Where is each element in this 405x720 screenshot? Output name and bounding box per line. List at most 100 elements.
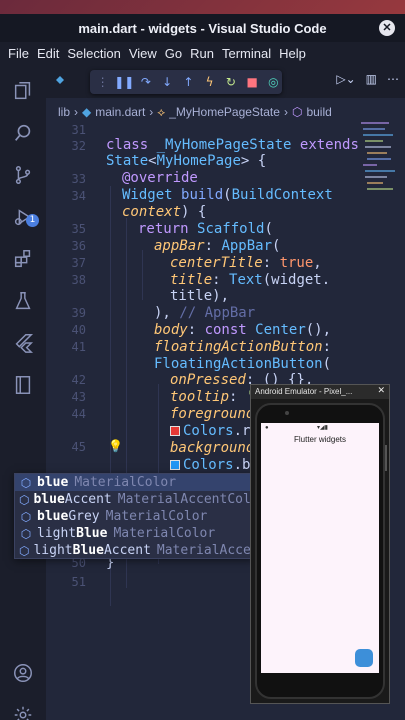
close-icon[interactable]: ✕ bbox=[377, 386, 385, 396]
search-icon[interactable] bbox=[0, 116, 46, 150]
suggestion-item[interactable]: ⬡ blue MaterialColor bbox=[15, 474, 253, 491]
menu-selection[interactable]: Selection bbox=[63, 46, 124, 61]
code-line: class _MyHomePageState extends bbox=[106, 137, 359, 153]
dart-file-icon bbox=[56, 76, 64, 84]
code-line: body: const Center(), bbox=[154, 322, 332, 338]
menu-file[interactable]: File bbox=[4, 46, 33, 61]
code-line: @override bbox=[122, 170, 198, 186]
activity-bar: 1 bbox=[0, 64, 46, 720]
debug-badge: 1 bbox=[26, 214, 39, 227]
line-number: 38 bbox=[71, 273, 86, 287]
line-number: 31 bbox=[71, 123, 86, 137]
code-line: appBar: AppBar( bbox=[154, 238, 281, 254]
account-icon[interactable] bbox=[0, 656, 46, 690]
menu-help[interactable]: Help bbox=[275, 46, 310, 61]
property-icon: ⬡ bbox=[19, 543, 30, 558]
power-button[interactable] bbox=[385, 445, 387, 471]
line-number: 44 bbox=[71, 407, 86, 421]
line-number: 39 bbox=[71, 306, 86, 320]
code-line: title), bbox=[170, 288, 230, 304]
step-out-icon[interactable]: ↑ bbox=[180, 73, 197, 91]
split-editor-icon[interactable]: ▥ bbox=[366, 72, 377, 86]
suggestion-item[interactable]: ⬡ blue Accent MaterialAccentColor bbox=[15, 491, 253, 508]
color-swatch-red[interactable] bbox=[170, 426, 180, 436]
drag-handle-icon[interactable]: ⋮ bbox=[94, 73, 111, 91]
emulator-title: Android Emulator - Pixel_... bbox=[251, 385, 389, 399]
menu-go[interactable]: Go bbox=[161, 46, 186, 61]
breadcrumb: lib › ◆ main.dart › ⟡ _MyHomePageState ›… bbox=[58, 102, 332, 122]
line-number: 43 bbox=[71, 390, 86, 404]
line-number: 36 bbox=[71, 239, 86, 253]
property-icon: ⬡ bbox=[20, 509, 32, 524]
status-bar: ● ▾◢▮ bbox=[265, 425, 328, 431]
step-into-icon[interactable]: ↓ bbox=[159, 73, 176, 91]
minimap[interactable] bbox=[357, 122, 405, 382]
code-line: centerTitle: true, bbox=[170, 255, 322, 271]
hot-reload-icon[interactable]: ϟ bbox=[201, 73, 218, 91]
more-actions-icon[interactable]: ⋯ bbox=[387, 72, 399, 86]
code-line: ), // AppBar bbox=[154, 305, 256, 321]
property-icon: ⬡ bbox=[20, 526, 32, 541]
chevron-right-icon: › bbox=[74, 105, 79, 119]
pause-icon[interactable]: ❚❚ bbox=[114, 73, 134, 91]
code-line: context) { bbox=[122, 204, 207, 220]
breadcrumb-folder[interactable]: lib bbox=[58, 105, 70, 119]
menu-bar: File Edit Selection View Go Run Terminal… bbox=[0, 42, 405, 64]
settings-gear-icon[interactable] bbox=[0, 698, 46, 720]
suggestion-item[interactable]: ⬡lightBlueAccentMaterialAccentColor bbox=[15, 542, 253, 558]
line-number: 34 bbox=[71, 189, 86, 203]
window-title: main.dart - widgets - Visual Studio Code bbox=[78, 20, 327, 36]
breadcrumb-file[interactable]: main.dart bbox=[95, 105, 145, 119]
line-number: 35 bbox=[71, 222, 86, 236]
close-icon[interactable]: ✕ bbox=[379, 20, 395, 36]
line-number: 40 bbox=[71, 323, 86, 337]
camera-icon bbox=[285, 411, 289, 415]
line-number: 42 bbox=[71, 373, 86, 387]
line-number: 33 bbox=[71, 172, 86, 186]
property-icon: ⬡ bbox=[19, 492, 30, 507]
breadcrumb-method[interactable]: build bbox=[306, 105, 331, 119]
run-dropdown-icon[interactable]: ▷⌄ bbox=[336, 72, 355, 86]
indent-guide bbox=[142, 250, 143, 300]
code-line: FloatingActionButton( bbox=[154, 356, 332, 372]
menu-view[interactable]: View bbox=[125, 46, 161, 61]
run-debug-icon[interactable] bbox=[0, 200, 46, 234]
property-icon: ⬡ bbox=[20, 475, 32, 490]
dart-file-icon: ◆ bbox=[82, 105, 92, 119]
extensions-icon[interactable] bbox=[0, 242, 46, 276]
menu-terminal[interactable]: Terminal bbox=[218, 46, 275, 61]
phone-screen[interactable]: ● ▾◢▮ Flutter widgets bbox=[261, 423, 379, 673]
android-emulator-window: Android Emulator - Pixel_... ✕ ● ▾◢▮ Flu… bbox=[250, 384, 390, 704]
code-line: return Scaffold( bbox=[138, 221, 273, 237]
code-line: Widget build(BuildContext bbox=[122, 187, 333, 203]
autocomplete-popup: ⬡ blue MaterialColor ⬡ blue Accent MaterialAc… bbox=[14, 473, 254, 559]
line-number: 41 bbox=[71, 340, 86, 354]
suggestion-item[interactable]: ⬡ light Blue MaterialColor bbox=[15, 525, 253, 542]
suggestion-item[interactable]: ⬡ blue Grey MaterialColor bbox=[15, 508, 253, 525]
menu-run[interactable]: Run bbox=[186, 46, 218, 61]
testing-icon[interactable] bbox=[0, 284, 46, 318]
debug-toolbar: ⋮ ❚❚ ↷ ↓ ↑ ϟ ↻ ■ ◎ bbox=[90, 70, 282, 94]
source-control-icon[interactable] bbox=[0, 158, 46, 192]
color-swatch-blue[interactable] bbox=[170, 460, 180, 470]
breadcrumb-class[interactable]: _MyHomePageState bbox=[169, 105, 280, 119]
menu-edit[interactable]: Edit bbox=[33, 46, 63, 61]
floating-action-button[interactable] bbox=[355, 649, 373, 667]
line-number: 45 bbox=[71, 440, 86, 454]
restart-icon[interactable]: ↻ bbox=[222, 73, 239, 91]
app-bar-title: Flutter widgets bbox=[293, 435, 347, 444]
line-number: 32 bbox=[71, 139, 86, 153]
method-icon: ⬡ bbox=[291, 105, 303, 119]
line-number: 51 bbox=[71, 575, 86, 589]
lightbulb-icon[interactable]: 💡 bbox=[108, 439, 123, 453]
devtools-icon[interactable]: ◎ bbox=[265, 73, 282, 91]
step-over-icon[interactable]: ↷ bbox=[137, 73, 154, 91]
class-icon: ⟡ bbox=[157, 104, 166, 119]
chevron-right-icon: › bbox=[283, 105, 288, 119]
title-bar: main.dart - widgets - Visual Studio Code… bbox=[0, 14, 405, 42]
stop-icon[interactable]: ■ bbox=[244, 73, 261, 91]
notebook-icon[interactable] bbox=[0, 368, 46, 402]
flutter-icon[interactable] bbox=[0, 326, 46, 360]
code-line: title: Text(widget. bbox=[170, 272, 331, 288]
explorer-icon[interactable] bbox=[0, 74, 46, 108]
